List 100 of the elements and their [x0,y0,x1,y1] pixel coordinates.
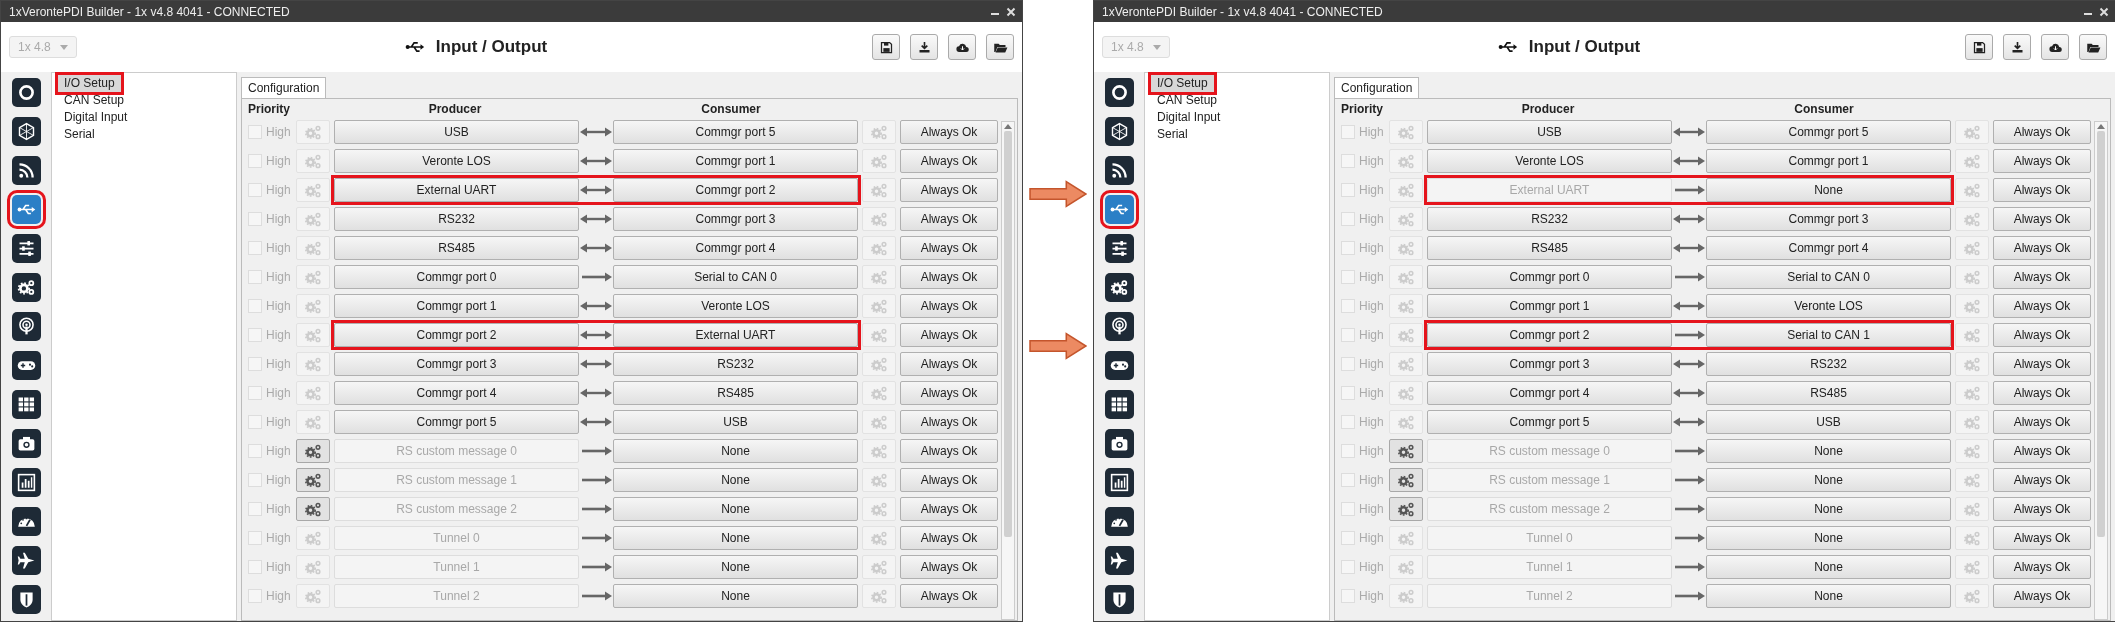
menu-item[interactable]: Digital Input [58,109,134,126]
producer-button[interactable]: RS485 [334,236,579,260]
consumer-button[interactable]: None [613,555,858,579]
checkbox[interactable] [248,241,262,255]
download-button[interactable] [2003,34,2031,60]
checkbox[interactable] [1341,270,1355,284]
menu-item[interactable]: CAN Setup [1151,92,1224,109]
status-button[interactable]: Always Ok [1993,207,2091,231]
producer-button[interactable]: Commgr port 4 [334,381,579,405]
checkbox[interactable] [1341,212,1355,226]
save-button[interactable] [872,34,900,60]
status-button[interactable]: Always Ok [1993,410,2091,434]
checkbox[interactable] [248,444,262,458]
status-button[interactable]: Always Ok [900,584,998,608]
consumer-button[interactable]: Commgr port 1 [613,149,858,173]
producer-button[interactable]: External UART [334,178,579,202]
status-button[interactable]: Always Ok [900,149,998,173]
status-button[interactable]: Always Ok [900,352,998,376]
producer-button[interactable]: RS232 [1427,207,1672,231]
consumer-button[interactable]: Commgr port 3 [613,207,858,231]
airplane-icon[interactable] [1104,546,1134,575]
consumer-button[interactable]: None [1706,584,1951,608]
consumer-button[interactable]: RS232 [1706,352,1951,376]
menu-item[interactable]: Serial [58,126,101,143]
status-button[interactable]: Always Ok [900,207,998,231]
checkbox[interactable] [248,299,262,313]
checkbox[interactable] [248,386,262,400]
ring-icon[interactable] [1104,78,1134,107]
camera-icon[interactable] [1104,429,1134,458]
status-button[interactable]: Always Ok [1993,584,2091,608]
consumer-button[interactable]: External UART [613,323,858,347]
configuration-tab[interactable]: Configuration [1334,77,1420,98]
checkbox[interactable] [1341,386,1355,400]
settings-button[interactable] [296,497,330,521]
producer-button[interactable]: Commgr port 5 [1427,410,1672,434]
consumer-button[interactable]: None [613,497,858,521]
camera-icon[interactable] [11,429,41,458]
checkbox[interactable] [248,357,262,371]
folder-button[interactable] [2079,34,2107,60]
consumer-button[interactable]: Commgr port 3 [1706,207,1951,231]
grid-icon[interactable] [11,390,41,419]
producer-button[interactable]: Commgr port 2 [1427,323,1672,347]
settings-button[interactable] [1389,497,1423,521]
status-button[interactable]: Always Ok [900,526,998,550]
checkbox[interactable] [1341,299,1355,313]
close-icon[interactable] [2099,6,2109,17]
menu-item[interactable]: Serial [1151,126,1194,143]
shield-icon[interactable] [1104,585,1134,614]
settings-button[interactable] [1389,468,1423,492]
settings-button[interactable] [296,439,330,463]
scrollbar[interactable] [2094,121,2108,620]
consumer-button[interactable]: None [1706,555,1951,579]
producer-button[interactable]: Commgr port 3 [1427,352,1672,376]
checkbox[interactable] [1341,473,1355,487]
consumer-button[interactable]: Commgr port 2 [613,178,858,202]
checkbox[interactable] [1341,560,1355,574]
gamepad-icon[interactable] [11,351,41,380]
rss-icon[interactable] [1104,156,1134,185]
status-button[interactable]: Always Ok [1993,439,2091,463]
grid-icon[interactable] [1104,390,1134,419]
checkbox[interactable] [1341,183,1355,197]
consumer-button[interactable]: RS485 [1706,381,1951,405]
consumer-button[interactable]: Commgr port 4 [1706,236,1951,260]
configuration-tab[interactable]: Configuration [241,77,327,98]
producer-button[interactable]: Veronte LOS [334,149,579,173]
status-button[interactable]: Always Ok [900,439,998,463]
menu-item[interactable]: CAN Setup [58,92,131,109]
status-button[interactable]: Always Ok [1993,497,2091,521]
consumer-button[interactable]: None [1706,468,1951,492]
status-button[interactable]: Always Ok [1993,236,2091,260]
shield-icon[interactable] [11,585,41,614]
checkbox[interactable] [248,183,262,197]
producer-button[interactable]: USB [1427,120,1672,144]
checkbox[interactable] [248,154,262,168]
checkbox[interactable] [248,415,262,429]
checkbox[interactable] [248,560,262,574]
menu-item[interactable]: I/O Setup [1151,75,1214,92]
producer-button[interactable]: Commgr port 0 [1427,265,1672,289]
consumer-button[interactable]: None [613,439,858,463]
menu-item[interactable]: I/O Setup [58,75,121,92]
checkbox[interactable] [248,328,262,342]
rss-icon[interactable] [11,156,41,185]
gauge-icon[interactable] [11,507,41,536]
download-button[interactable] [910,34,938,60]
broadcast-icon[interactable] [11,312,41,341]
checkbox[interactable] [1341,415,1355,429]
checkbox[interactable] [248,270,262,284]
save-button[interactable] [1965,34,1993,60]
gears-icon[interactable] [11,273,41,302]
settings-button[interactable] [296,468,330,492]
sliders-icon[interactable] [1104,234,1134,263]
status-button[interactable]: Always Ok [1993,178,2091,202]
consumer-button[interactable]: Serial to CAN 1 [1706,323,1951,347]
checkbox[interactable] [1341,502,1355,516]
producer-button[interactable]: Commgr port 0 [334,265,579,289]
status-button[interactable]: Always Ok [900,468,998,492]
consumer-button[interactable]: Veronte LOS [613,294,858,318]
status-button[interactable]: Always Ok [900,555,998,579]
producer-button[interactable]: Veronte LOS [1427,149,1672,173]
checkbox[interactable] [1341,589,1355,603]
